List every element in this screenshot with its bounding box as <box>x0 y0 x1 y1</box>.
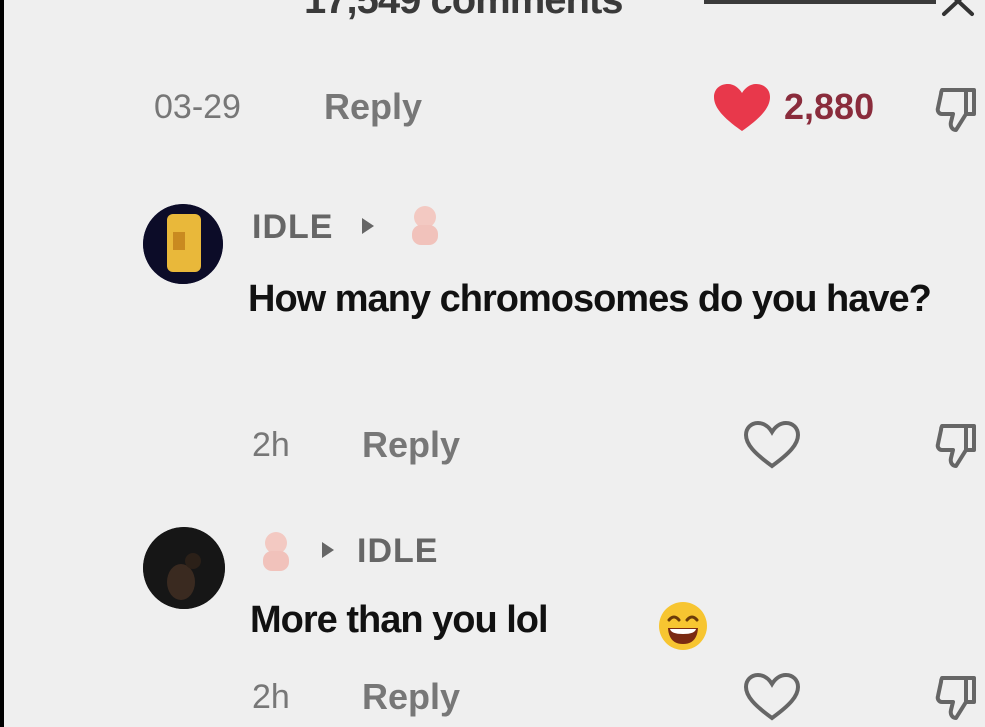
thumbs-down-icon[interactable] <box>934 672 984 722</box>
mini-avatar-icon <box>412 206 438 245</box>
reply-button[interactable]: Reply <box>362 676 460 718</box>
avatar[interactable] <box>143 204 223 284</box>
comment-username[interactable]: IDLE <box>252 208 333 247</box>
thumbs-down-icon[interactable] <box>934 420 984 470</box>
triangle-right-icon <box>322 542 334 558</box>
comment-username[interactable]: IDLE <box>357 532 438 571</box>
avatar-image <box>143 204 223 284</box>
comment-text: More than you lol <box>250 599 549 641</box>
comments-panel: 17,549 comments 03-29 Reply 2,880 IDLE H… <box>4 0 985 727</box>
thumbs-down-icon[interactable] <box>934 84 984 134</box>
comment-date: 03-29 <box>154 88 241 126</box>
reply-button[interactable]: Reply <box>362 424 460 466</box>
heart-outline-icon[interactable] <box>742 420 802 470</box>
comment-count-title: 17,549 comments <box>304 0 624 22</box>
reply-button[interactable]: Reply <box>324 86 422 128</box>
close-icon[interactable] <box>938 0 978 18</box>
comment-text: How many chromosomes do you have? <box>248 278 932 320</box>
grinning-emoji-icon <box>659 602 707 650</box>
avatar-image <box>143 527 225 609</box>
mini-avatar-icon <box>263 532 289 571</box>
heart-filled-icon[interactable] <box>712 83 772 133</box>
comment-time: 2h <box>252 426 290 464</box>
heart-outline-icon[interactable] <box>742 672 802 722</box>
triangle-right-icon <box>362 218 374 234</box>
avatar[interactable] <box>143 527 225 609</box>
comment-time: 2h <box>252 678 290 716</box>
header-divider <box>704 0 936 4</box>
like-count: 2,880 <box>784 86 875 127</box>
